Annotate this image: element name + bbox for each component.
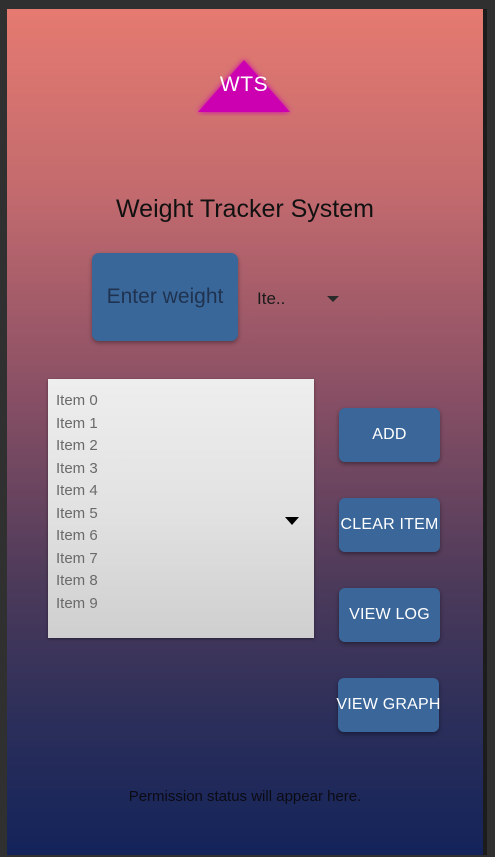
list-item[interactable]: Item 7	[56, 548, 98, 571]
list-item[interactable]: Item 0	[56, 390, 98, 413]
list-item[interactable]: Item 3	[56, 458, 98, 481]
item-select-value: Ite..	[257, 289, 286, 308]
device-frame: WTS Weight Tracker System Enter weight I…	[0, 0, 495, 857]
item-list: Item 0 Item 1 Item 2 Item 3 Item 4 Item …	[56, 390, 98, 615]
list-item[interactable]: Item 4	[56, 480, 98, 503]
weight-input[interactable]: Enter weight	[92, 253, 238, 341]
list-item[interactable]: Item 8	[56, 570, 98, 593]
view-graph-button[interactable]: VIEW GRAPH	[336, 678, 440, 732]
logo-text: WTS	[219, 73, 269, 96]
item-list-dropdown[interactable]: Item 0 Item 1 Item 2 Item 3 Item 4 Item …	[48, 379, 314, 638]
chevron-down-icon	[285, 517, 299, 525]
add-button[interactable]: ADD	[339, 408, 440, 462]
list-item[interactable]: Item 9	[56, 593, 98, 616]
page-title: Weight Tracker System	[116, 195, 374, 223]
list-item[interactable]: Item 2	[56, 435, 98, 458]
app-logo: WTS	[194, 54, 294, 116]
chevron-down-icon	[327, 296, 339, 302]
list-item[interactable]: Item 6	[56, 525, 98, 548]
list-item[interactable]: Item 1	[56, 413, 98, 436]
permission-status-text: Permission status will appear here.	[128, 788, 362, 805]
list-item[interactable]: Item 5	[56, 503, 98, 526]
clear-item-button[interactable]: CLEAR ITEM	[339, 498, 440, 552]
weight-input-placeholder: Enter weight	[106, 285, 224, 308]
scrollbar-track[interactable]	[483, 9, 487, 855]
view-log-button[interactable]: VIEW LOG	[339, 588, 440, 642]
item-select-dropdown[interactable]: Ite..	[255, 285, 343, 313]
app-screen: WTS Weight Tracker System Enter weight I…	[7, 9, 483, 855]
